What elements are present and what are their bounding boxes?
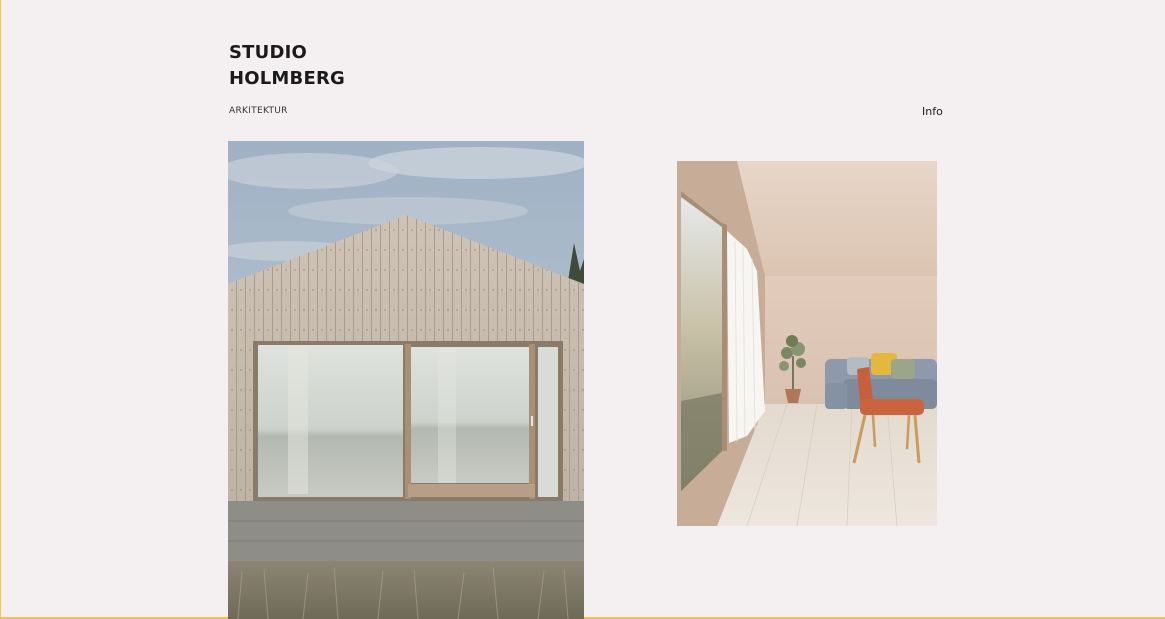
project-image-interior[interactable]: [677, 161, 937, 526]
interior-room-illustration: [677, 161, 937, 526]
site-logo[interactable]: STUDIO HOLMBERG: [229, 40, 345, 92]
project-image-exterior[interactable]: [228, 141, 584, 619]
logo-line-1: STUDIO: [229, 42, 307, 63]
frame-edge-left: [0, 0, 1, 619]
tagline: ARKITEKTUR: [229, 106, 288, 116]
exterior-house-illustration: [228, 141, 584, 619]
nav-info-link[interactable]: Info: [922, 105, 943, 118]
logo-line-2: HOLMBERG: [229, 68, 345, 89]
